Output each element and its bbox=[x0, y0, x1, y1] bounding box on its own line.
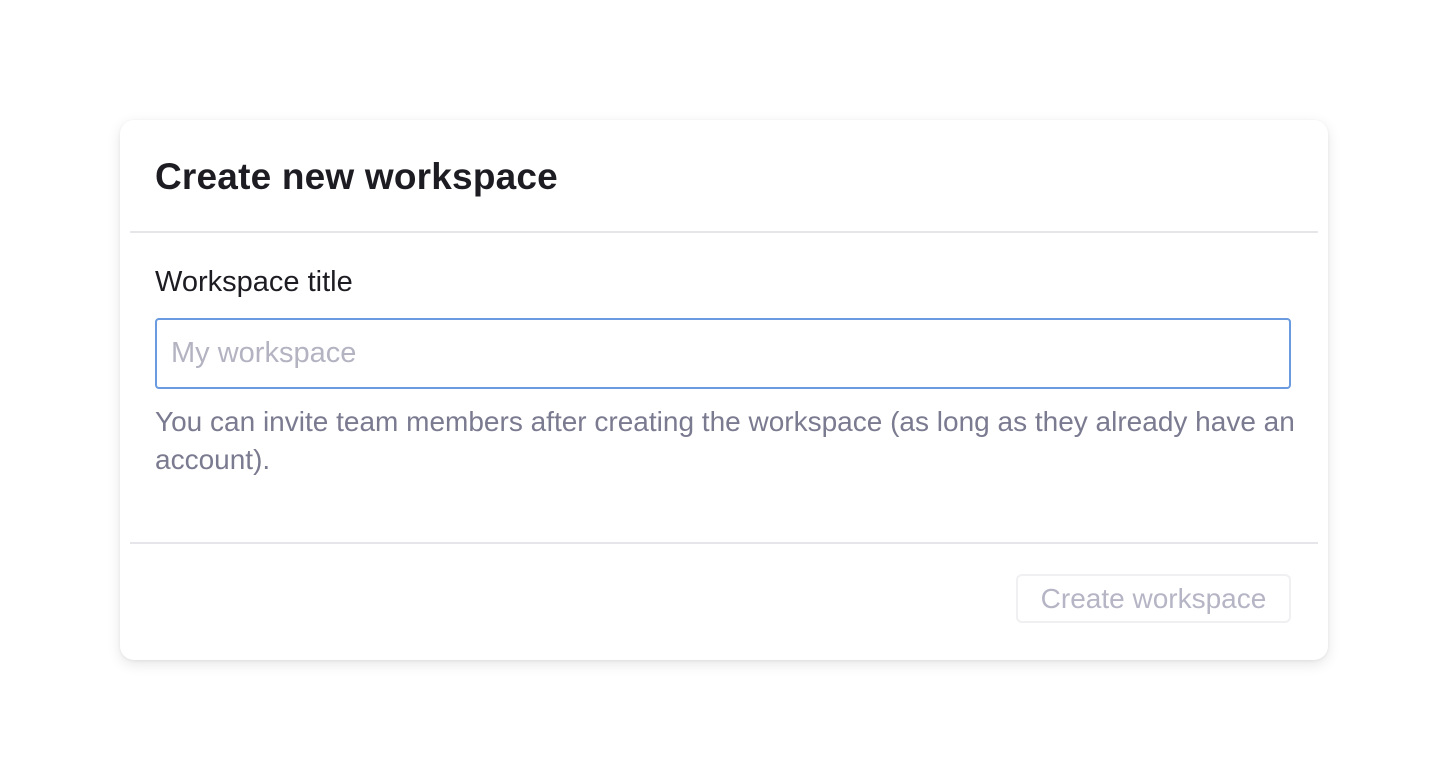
workspace-title-label: Workspace title bbox=[155, 266, 353, 298]
workspace-title-input[interactable] bbox=[155, 318, 1291, 389]
dialog-footer-divider bbox=[130, 542, 1318, 544]
help-text: You can invite team members after creati… bbox=[155, 406, 1295, 475]
create-workspace-dialog: Create new workspace Workspace title You… bbox=[120, 120, 1328, 660]
dialog-header: Create new workspace bbox=[130, 120, 1318, 233]
create-workspace-button[interactable]: Create workspace bbox=[1016, 574, 1291, 623]
dialog-title: Create new workspace bbox=[155, 156, 558, 197]
